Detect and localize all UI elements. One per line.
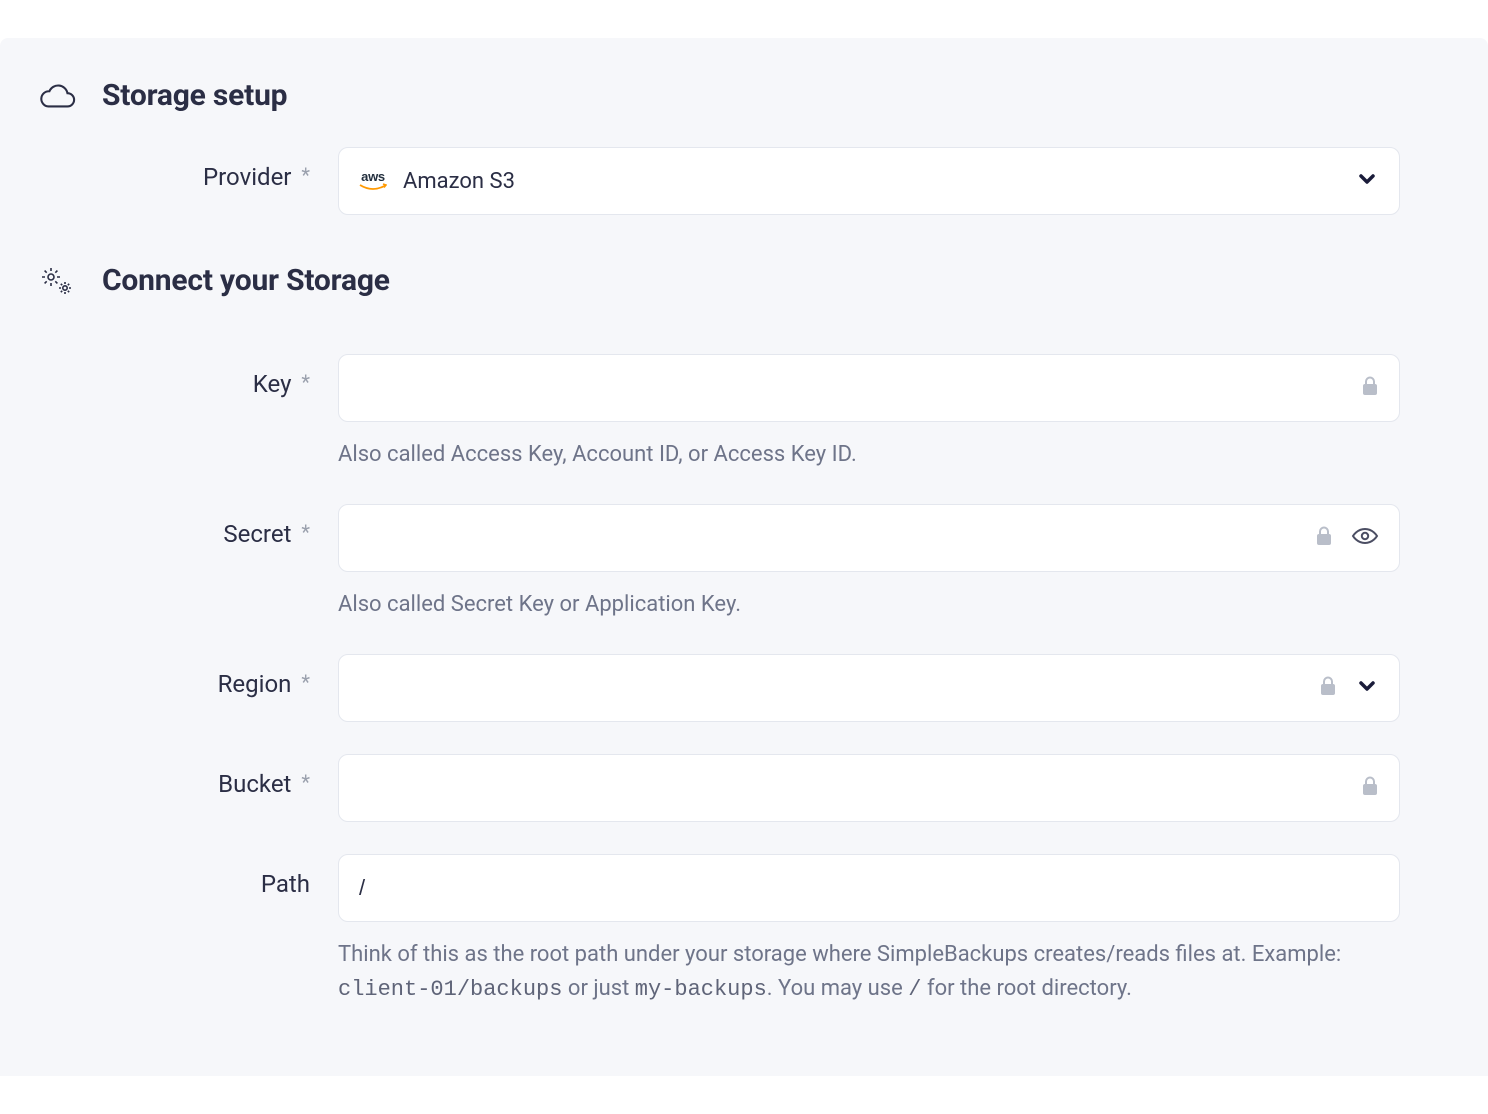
region-select[interactable]	[338, 654, 1400, 722]
field-col: aws Amazon S3	[338, 147, 1400, 215]
control-right-icons	[1361, 776, 1379, 800]
label-col: Secret *	[38, 504, 338, 548]
lock-icon	[1361, 776, 1379, 800]
help-code: my-backups	[635, 977, 767, 1002]
form-row-bucket: Bucket *	[38, 754, 1450, 822]
secret-help-text: Also called Secret Key or Application Ke…	[338, 588, 1400, 622]
path-input-control	[338, 854, 1400, 922]
key-help-text: Also called Access Key, Account ID, or A…	[338, 438, 1400, 472]
label-text: Provider	[203, 163, 291, 191]
label-text: Path	[261, 870, 310, 898]
chevron-down-icon	[1355, 167, 1379, 195]
label-col: Key *	[38, 354, 338, 398]
secret-label: Secret *	[223, 520, 310, 548]
section-title-connect-storage: Connect your Storage	[102, 263, 390, 298]
label-col: Bucket *	[38, 754, 338, 798]
control-right-icons	[1355, 167, 1379, 195]
gears-icon	[38, 265, 76, 297]
form-row-provider: Provider * aws Amazon S3	[38, 147, 1450, 215]
form-row-path: Path Think of this as the root path unde…	[38, 854, 1450, 1007]
provider-selected-value: Amazon S3	[403, 169, 515, 194]
help-code: client-01/backups	[338, 977, 562, 1002]
section-header-connect-storage: Connect your Storage	[38, 263, 1450, 298]
required-asterisk: *	[301, 370, 310, 394]
path-label: Path	[261, 870, 310, 898]
field-col	[338, 754, 1400, 822]
form-row-region: Region *	[38, 654, 1450, 722]
storage-setup-panel: Storage setup Provider * aws	[0, 38, 1488, 1076]
help-text-segment: . You may use	[767, 976, 908, 1001]
field-col: Think of this as the root path under you…	[338, 854, 1400, 1007]
required-asterisk: *	[301, 770, 310, 794]
help-text-segment: Think of this as the root path under you…	[338, 942, 1341, 967]
label-text: Region	[218, 670, 292, 698]
field-col: Also called Access Key, Account ID, or A…	[338, 354, 1400, 472]
region-label: Region *	[218, 670, 310, 698]
label-text: Secret	[223, 520, 291, 548]
aws-logo-icon: aws	[359, 170, 387, 193]
bucket-label: Bucket *	[218, 770, 310, 798]
field-col: Also called Secret Key or Application Ke…	[338, 504, 1400, 622]
control-right-icons	[1361, 376, 1379, 400]
path-help-text: Think of this as the root path under you…	[338, 938, 1400, 1007]
provider-label: Provider *	[203, 163, 310, 191]
key-input[interactable]	[359, 355, 1349, 421]
required-asterisk: *	[301, 520, 310, 544]
lock-icon	[1319, 676, 1337, 700]
required-asterisk: *	[301, 163, 310, 187]
bucket-input[interactable]	[359, 755, 1349, 821]
form-row-key: Key * Also called Access Key, Account ID…	[38, 354, 1450, 472]
bucket-input-control	[338, 754, 1400, 822]
key-input-control	[338, 354, 1400, 422]
help-code: /	[908, 977, 921, 1002]
required-asterisk: *	[301, 670, 310, 694]
label-col: Region *	[38, 654, 338, 698]
help-text-segment: for the root directory.	[921, 976, 1131, 1001]
key-label: Key *	[253, 370, 310, 398]
provider-selected-content: aws Amazon S3	[359, 169, 1343, 194]
cloud-icon	[38, 82, 76, 110]
help-text-segment: or just	[562, 976, 634, 1001]
secret-input[interactable]	[359, 505, 1303, 571]
lock-icon	[1361, 376, 1379, 400]
section-title-storage-setup: Storage setup	[102, 78, 287, 113]
eye-icon[interactable]	[1351, 526, 1379, 550]
form-row-secret: Secret * Also called Secret Key or Appli…	[38, 504, 1450, 622]
chevron-down-icon	[1355, 674, 1379, 702]
section-header-storage-setup: Storage setup	[38, 78, 1450, 113]
region-input[interactable]	[359, 655, 1307, 721]
label-text: Bucket	[218, 770, 291, 798]
label-col: Path	[38, 854, 338, 898]
label-col: Provider *	[38, 147, 338, 191]
control-right-icons	[1315, 526, 1379, 550]
control-right-icons	[1319, 674, 1379, 702]
secret-input-control	[338, 504, 1400, 572]
provider-select[interactable]: aws Amazon S3	[338, 147, 1400, 215]
lock-icon	[1315, 526, 1333, 550]
field-col	[338, 654, 1400, 722]
path-input[interactable]	[359, 855, 1379, 921]
label-text: Key	[253, 370, 292, 398]
